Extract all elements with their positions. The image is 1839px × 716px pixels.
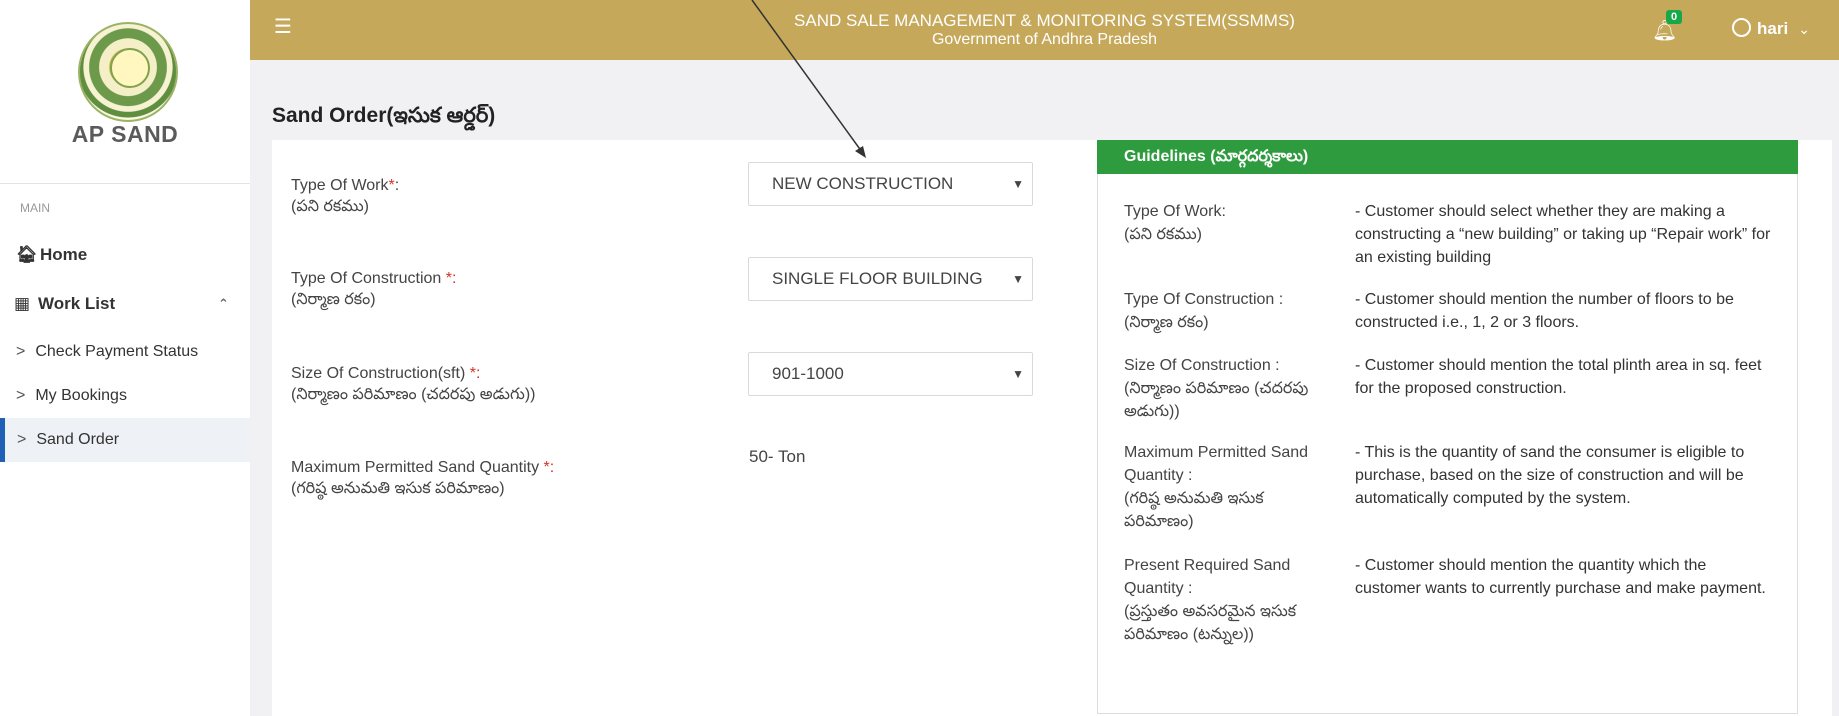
annotation-arrowhead	[855, 146, 866, 158]
annotation-arrow-line	[751, 0, 863, 153]
annotation-arrow	[751, 0, 866, 158]
